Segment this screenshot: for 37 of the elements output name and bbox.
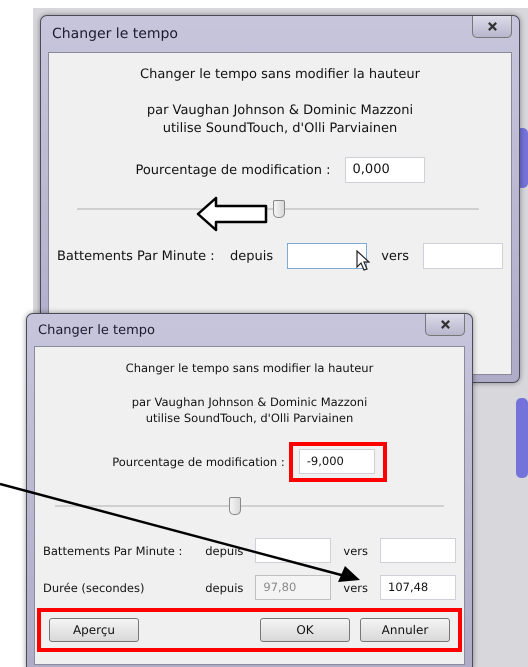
field-label: vers (343, 580, 368, 595)
input-field[interactable]: 107,48 (380, 575, 456, 600)
field-label: depuis (230, 248, 274, 264)
slider-thumb[interactable] (273, 200, 285, 218)
row-label: Durée (secondes) (43, 580, 146, 595)
input-field[interactable] (255, 538, 332, 564)
row-label: Battements Par Minute : (43, 544, 184, 558)
field-label: vers (381, 248, 409, 264)
input-field[interactable] (287, 243, 368, 270)
input-field[interactable] (380, 538, 456, 564)
close-button[interactable] (425, 314, 465, 336)
window-title: Changer le tempo (52, 26, 178, 42)
field-label: vers (343, 544, 368, 558)
percent-label: Pourcentage de modification : (112, 455, 285, 470)
dialog-button[interactable]: Aperçu (49, 618, 139, 642)
slider-thumb[interactable] (228, 497, 241, 516)
percent-label: Pourcentage de modification : (135, 162, 331, 178)
percent-field[interactable]: -9,000 (298, 449, 375, 474)
hollow-arrow-drawing (196, 196, 268, 232)
credit-line: par Vaughan Johnson & Dominic Mazzoni (146, 102, 414, 120)
row-label: Battements Par Minute : (57, 248, 216, 264)
close-icon (486, 21, 498, 32)
field-label: depuis (205, 544, 244, 558)
field-label: depuis (205, 580, 244, 595)
window-title: Changer le tempo (38, 322, 155, 338)
percent-field[interactable]: 0,000 (344, 157, 425, 184)
dialog-button[interactable]: Annuler (360, 618, 450, 642)
close-icon (440, 319, 450, 330)
mouse-cursor-icon (356, 250, 370, 272)
credit-line: par Vaughan Johnson & Dominic Mazzoni (132, 395, 368, 411)
dialog-heading: Changer le tempo sans modifier la hauteur (126, 361, 374, 375)
credit-line: utilise SoundTouch, d'Olli Parviainen (144, 410, 354, 426)
close-button[interactable] (472, 16, 512, 38)
dialog-button[interactable]: OK (260, 618, 350, 642)
input-field[interactable] (423, 243, 503, 270)
credit-line: utilise SoundTouch, d'Olli Parviainen (162, 120, 398, 138)
dialog-heading: Changer le tempo sans modifier la hauteur (140, 67, 420, 82)
